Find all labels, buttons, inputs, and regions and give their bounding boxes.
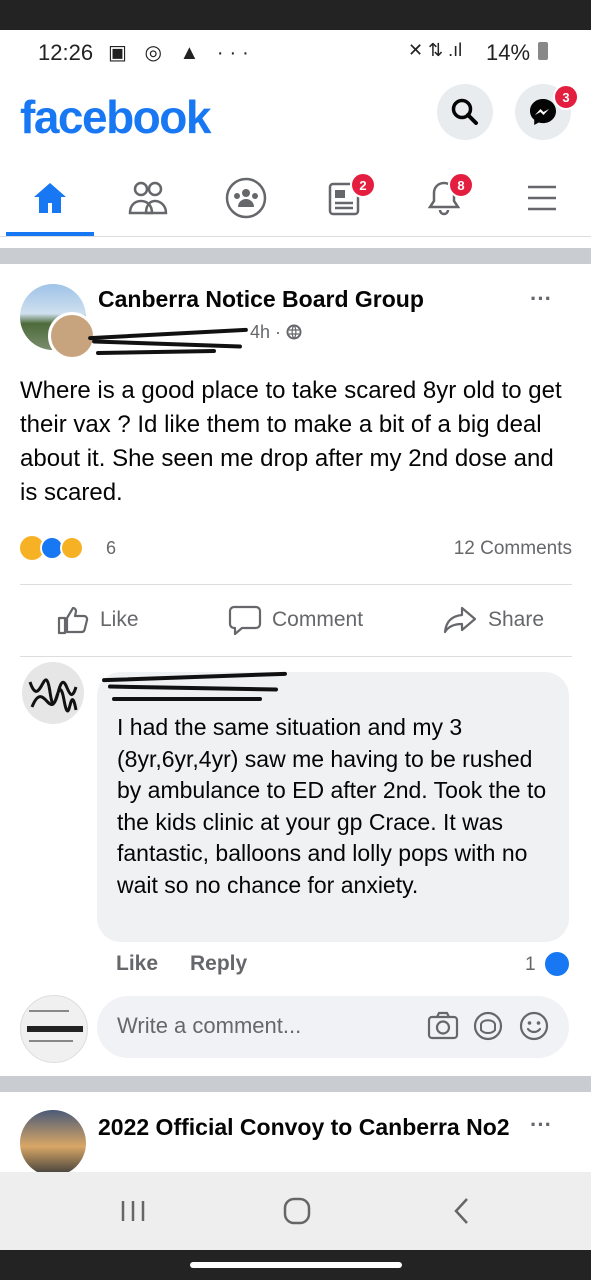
gesture-pill[interactable]	[190, 1262, 402, 1268]
next-post-more-button[interactable]: ···	[530, 1112, 552, 1138]
back-chevron-icon	[454, 1198, 468, 1224]
avatar-sticker-button[interactable]	[472, 1010, 504, 1047]
facebook-logo[interactable]: facebook	[20, 90, 211, 144]
status-icons: ▣ ◎ ▲ ···	[108, 42, 255, 64]
home-button[interactable]	[282, 1196, 312, 1231]
search-button[interactable]	[437, 84, 493, 140]
back-button[interactable]	[450, 1196, 474, 1231]
redaction-scribble	[95, 348, 217, 356]
comment-button[interactable]: Comment	[228, 604, 363, 636]
status-time: 12:26	[38, 40, 94, 65]
battery-icon	[538, 42, 548, 60]
comment-like-button[interactable]: Like	[116, 952, 158, 976]
like-reaction-icon	[543, 950, 571, 978]
groups-icon	[225, 177, 267, 219]
share-label: Share	[488, 608, 545, 631]
menu-icon	[528, 185, 556, 211]
current-user-avatar	[20, 995, 88, 1063]
status-bar: 12:26 ▣ ◎ ▲ ··· ✕ ⇅ .ıl 14%	[0, 30, 591, 76]
comments-count[interactable]: 12 Comments	[454, 538, 572, 560]
camera-icon	[427, 1011, 459, 1040]
post-time-text: 4h ·	[250, 322, 287, 342]
search-icon	[451, 98, 478, 125]
recent-apps-icon	[121, 1201, 145, 1221]
post-more-button[interactable]: ···	[530, 286, 552, 312]
friends-icon	[128, 181, 168, 215]
redaction-scribble	[88, 327, 248, 341]
nav-home[interactable]	[10, 160, 90, 236]
feed-separator	[0, 248, 591, 264]
globe-icon	[286, 324, 302, 340]
next-post-group-avatar[interactable]	[20, 1110, 86, 1176]
wow-reaction-icon	[60, 536, 84, 560]
home-circle-icon	[283, 1197, 311, 1225]
main-nav: 2 8	[0, 160, 591, 237]
share-button[interactable]: Share	[442, 604, 544, 636]
divider	[20, 656, 572, 657]
post-time: 4h ·	[250, 322, 302, 343]
comment-icon	[228, 605, 262, 636]
nav-menu[interactable]	[502, 160, 582, 236]
emoji-button[interactable]	[518, 1010, 550, 1047]
commenter-avatar[interactable]	[22, 662, 84, 724]
signal-icon: ✕ ⇅ .ıl	[408, 40, 463, 60]
nav-news[interactable]	[304, 160, 384, 236]
reactions-row: 6 12 Comments	[20, 532, 572, 564]
notifications-badge: 8	[448, 172, 474, 198]
reaction-count: 6	[106, 538, 117, 558]
feed-separator	[0, 1076, 591, 1092]
home-icon	[34, 183, 66, 213]
avatar-detail	[29, 1040, 73, 1042]
battery-level: 14%	[486, 40, 531, 65]
news-badge: 2	[350, 172, 376, 198]
avatar-detail	[29, 1010, 69, 1012]
divider	[20, 584, 572, 585]
post-body: Where is a good place to take scared 8yr…	[20, 377, 562, 506]
nav-groups[interactable]	[206, 160, 286, 236]
comment-reply-button[interactable]: Reply	[190, 952, 247, 976]
next-post-group-name[interactable]: 2022 Official Convoy to Canberra No2	[98, 1112, 518, 1143]
group-name[interactable]: Canberra Notice Board Group	[98, 286, 424, 313]
avatar-detail	[27, 1026, 83, 1032]
like-label: Like	[100, 608, 139, 631]
redaction-scribble	[91, 339, 243, 349]
like-button[interactable]: Like	[56, 604, 139, 636]
comment-like-count: 1	[525, 954, 536, 975]
nav-notifications[interactable]	[404, 160, 484, 236]
share-icon	[443, 606, 477, 634]
app-header: facebook 3	[0, 76, 591, 156]
active-tab-indicator	[6, 232, 94, 236]
redaction-scribble	[28, 678, 78, 713]
smiley-icon	[519, 1011, 549, 1041]
thumbs-up-icon	[57, 606, 89, 635]
comment-label: Comment	[272, 608, 364, 631]
nav-friends[interactable]	[108, 160, 188, 236]
write-comment-placeholder: Write a comment...	[117, 1013, 302, 1038]
recent-apps-button[interactable]	[118, 1198, 148, 1229]
messenger-badge: 3	[553, 84, 579, 110]
avatar-sticker-icon	[473, 1011, 503, 1041]
top-bezel	[0, 0, 591, 30]
comment-body: I had the same situation and my 3 (8yr,6…	[117, 714, 547, 898]
redaction-scribble	[112, 697, 262, 701]
system-nav-bar	[0, 1172, 591, 1250]
camera-button[interactable]	[426, 1010, 460, 1047]
